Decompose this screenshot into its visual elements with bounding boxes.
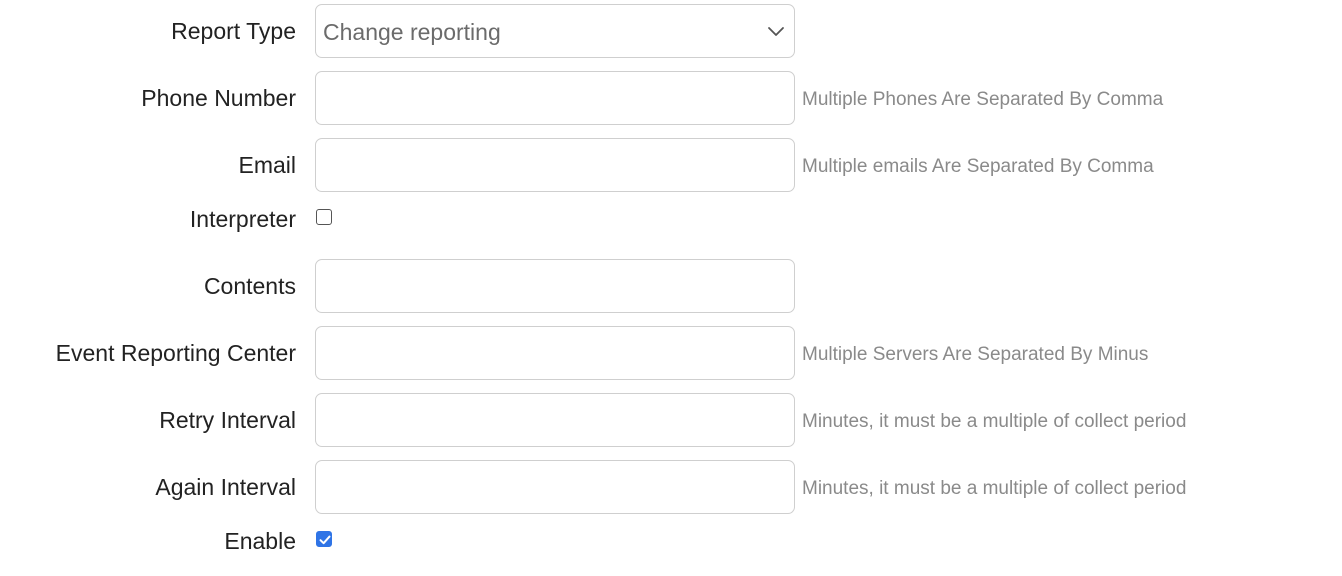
retry-interval-label: Retry Interval <box>159 407 296 433</box>
event-reporting-center-row: Event Reporting Center Multiple Servers … <box>0 326 1342 380</box>
contents-label: Contents <box>203 273 296 299</box>
interpreter-row: Interpreter <box>0 192 1342 246</box>
phone-number-input[interactable] <box>315 71 795 125</box>
retry-interval-row: Retry Interval Minutes, it must be a mul… <box>0 393 1342 447</box>
interpreter-label: Interpreter <box>189 206 296 232</box>
again-interval-input[interactable] <box>315 460 795 514</box>
email-input[interactable] <box>315 138 795 192</box>
again-interval-row: Again Interval Minutes, it must be a mul… <box>0 460 1342 514</box>
event-reporting-center-hint: Multiple Servers Are Separated By Minus <box>802 344 1149 365</box>
interpreter-checkbox[interactable] <box>316 209 332 225</box>
event-reporting-center-input[interactable] <box>315 326 795 380</box>
again-interval-hint: Minutes, it must be a multiple of collec… <box>802 478 1187 499</box>
enable-checkbox[interactable] <box>316 531 332 547</box>
retry-interval-input[interactable] <box>315 393 795 447</box>
checkmark-icon <box>319 535 331 545</box>
email-hint: Multiple emails Are Separated By Comma <box>802 156 1154 177</box>
contents-input[interactable] <box>315 259 795 313</box>
enable-label: Enable <box>224 528 296 554</box>
again-interval-label: Again Interval <box>155 474 296 500</box>
contents-row: Contents <box>0 259 1342 313</box>
retry-interval-hint: Minutes, it must be a multiple of collec… <box>802 411 1187 432</box>
phone-number-label: Phone Number <box>141 85 296 111</box>
report-type-select[interactable]: Change reporting <box>315 4 795 58</box>
phone-number-row: Phone Number Multiple Phones Are Separat… <box>0 71 1342 125</box>
chevron-down-icon <box>768 27 784 36</box>
report-type-row: Report Type Change reporting <box>0 4 1342 58</box>
report-settings-form: Report Type Change reporting Phone Numbe… <box>0 0 1342 576</box>
email-row: Email Multiple emails Are Separated By C… <box>0 138 1342 192</box>
phone-number-hint: Multiple Phones Are Separated By Comma <box>802 89 1164 110</box>
enable-row: Enable <box>0 514 1342 568</box>
email-label: Email <box>238 152 296 178</box>
report-type-selected-value: Change reporting <box>323 19 501 45</box>
event-reporting-center-label: Event Reporting Center <box>55 340 296 366</box>
report-type-label: Report Type <box>171 18 296 44</box>
